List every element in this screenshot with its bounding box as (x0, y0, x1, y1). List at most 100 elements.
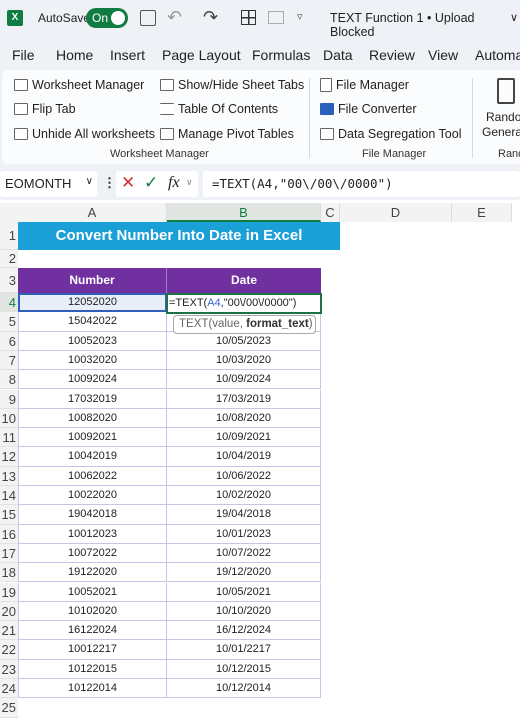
number-cell[interactable]: 10102020 (18, 601, 167, 622)
row-header[interactable]: 8 (0, 370, 18, 390)
cancel-icon[interactable]: ✕ (121, 173, 135, 193)
row-header[interactable]: 15 (0, 505, 18, 525)
row-header[interactable]: 9 (0, 389, 18, 409)
undo-icon[interactable]: ↶ (167, 7, 182, 28)
row-header[interactable]: 14 (0, 486, 18, 506)
date-cell[interactable]: 17/03/2019 (167, 389, 321, 409)
row-header[interactable]: 3 (0, 268, 18, 293)
row-header[interactable]: 24 (0, 679, 18, 699)
date-cell[interactable]: 10/08/2020 (167, 408, 321, 429)
number-cell[interactable]: 10122015 (18, 659, 167, 679)
date-cell[interactable]: 19/12/2020 (167, 563, 321, 583)
redo-icon[interactable]: ↷ (203, 7, 218, 28)
number-cell[interactable]: 17032019 (18, 389, 167, 409)
row-header[interactable]: 7 (0, 350, 18, 371)
data-segregation-button[interactable]: Data Segregation Tool (320, 127, 461, 141)
row-header[interactable]: 18 (0, 563, 18, 583)
chevron-down-icon[interactable]: ∨ (86, 176, 93, 187)
tab-file[interactable]: File (12, 47, 35, 63)
date-cell[interactable]: 10/10/2020 (167, 601, 321, 622)
date-cell[interactable]: 10/07/2022 (167, 543, 321, 564)
formula-input[interactable]: =TEXT(A4,"00\/00\/0000") (203, 171, 520, 197)
number-cell[interactable]: 10122014 (18, 679, 167, 699)
chevron-down-icon[interactable]: ∨ (510, 11, 518, 24)
document-title[interactable]: TEXT Function 1 • Upload Blocked (330, 11, 520, 39)
editing-cell-b4[interactable]: =TEXT(A4,"00\/00\/0000") (166, 293, 322, 314)
date-cell[interactable]: 10/05/2023 (167, 331, 321, 351)
select-all-corner[interactable] (0, 203, 18, 222)
tab-automate[interactable]: Automa (475, 47, 520, 63)
column-header-a[interactable]: A (18, 203, 167, 222)
date-cell[interactable]: 10/12/2014 (167, 679, 321, 699)
number-cell[interactable]: 10022020 (18, 486, 167, 506)
number-cell[interactable]: 10042019 (18, 447, 167, 467)
row-header[interactable]: 10 (0, 408, 18, 429)
file-converter-button[interactable]: File Converter (320, 102, 417, 116)
date-cell[interactable]: 10/01/2023 (167, 524, 321, 544)
date-cell[interactable]: 10/09/2024 (167, 370, 321, 390)
row-header[interactable]: 1 (0, 222, 18, 250)
enter-icon[interactable]: ✓ (144, 173, 158, 193)
row-header[interactable]: 11 (0, 428, 18, 448)
more-options-icon[interactable]: ⋮ (103, 175, 116, 191)
date-cell[interactable]: 10/09/2021 (167, 428, 321, 448)
date-cell[interactable]: 10/05/2021 (167, 582, 321, 602)
row-header[interactable]: 22 (0, 640, 18, 660)
date-cell[interactable]: 10/06/2022 (167, 466, 321, 486)
row-header[interactable]: 4 (0, 293, 18, 313)
row-header[interactable]: 16 (0, 524, 18, 544)
file-manager-button[interactable]: File Manager (320, 78, 409, 92)
number-cell[interactable]: 16122024 (18, 621, 167, 641)
save-icon[interactable] (140, 10, 156, 26)
date-cell[interactable]: 10/03/2020 (167, 350, 321, 371)
number-cell[interactable]: 10092021 (18, 428, 167, 448)
date-cell[interactable]: 16/12/2024 (167, 621, 321, 641)
header-cell-date[interactable]: Date (167, 268, 321, 293)
random-generator-button[interactable]: Randon Generat (482, 76, 520, 146)
header-cell-number[interactable]: Number (18, 268, 167, 293)
unhide-all-button[interactable]: Unhide All worksheets (14, 127, 155, 141)
row-header[interactable]: 13 (0, 466, 18, 486)
tab-view[interactable]: View (428, 47, 458, 63)
tab-home[interactable]: Home (56, 47, 93, 63)
tab-formulas[interactable]: Formulas (252, 47, 310, 63)
tab-insert[interactable]: Insert (110, 47, 145, 63)
table-of-contents-button[interactable]: Table Of Contents (160, 102, 278, 116)
show-hide-tabs-button[interactable]: Show/Hide Sheet Tabs (160, 78, 304, 92)
row-header[interactable]: 5 (0, 312, 18, 332)
date-cell[interactable]: 19/04/2018 (167, 505, 321, 525)
number-cell[interactable]: 10012023 (18, 524, 167, 544)
date-cell[interactable]: 10/04/2019 (167, 447, 321, 467)
number-cell[interactable]: 10062022 (18, 466, 167, 486)
chevron-down-icon[interactable]: ∨ (186, 177, 193, 188)
number-cell[interactable]: 10032020 (18, 350, 167, 371)
picture-icon[interactable] (268, 11, 284, 24)
customize-toolbar-icon[interactable]: ▿ (297, 10, 303, 23)
number-cell[interactable]: 10092024 (18, 370, 167, 390)
date-cell[interactable]: 10/02/2020 (167, 486, 321, 506)
sheet-title-cell[interactable]: Convert Number Into Date in Excel (18, 222, 340, 250)
row-header[interactable]: 23 (0, 659, 18, 679)
column-header-c[interactable]: C (321, 203, 340, 222)
autosave-toggle[interactable]: On (86, 8, 128, 28)
date-cell[interactable]: 10/12/2015 (167, 659, 321, 679)
number-cell[interactable]: 19042018 (18, 505, 167, 525)
number-cell[interactable]: 10072022 (18, 543, 167, 564)
row-header[interactable]: 19 (0, 582, 18, 602)
manage-pivot-button[interactable]: Manage Pivot Tables (160, 127, 294, 141)
spreadsheet-grid[interactable]: A B C D E 1 2 3 4 5 6 7 8 9 10 11 12 13 14 15 16 17 18 19 2… (0, 200, 520, 720)
row-header[interactable]: 20 (0, 601, 18, 622)
flip-tab-button[interactable]: Flip Tab (14, 102, 76, 116)
row-header[interactable]: 25 (0, 698, 18, 718)
tab-data[interactable]: Data (323, 47, 353, 63)
date-cell[interactable]: 10/01/2217 (167, 640, 321, 660)
row-header[interactable]: 2 (0, 250, 18, 268)
number-cell[interactable]: 19122020 (18, 563, 167, 583)
name-box[interactable]: EOMONTH ∨ (0, 171, 97, 197)
column-header-b[interactable]: B (167, 203, 321, 222)
tab-page-layout[interactable]: Page Layout (162, 47, 241, 63)
number-cell[interactable]: 12052020 (18, 293, 167, 313)
column-header-d[interactable]: D (340, 203, 452, 222)
row-header[interactable]: 21 (0, 621, 18, 641)
number-cell[interactable]: 10052021 (18, 582, 167, 602)
